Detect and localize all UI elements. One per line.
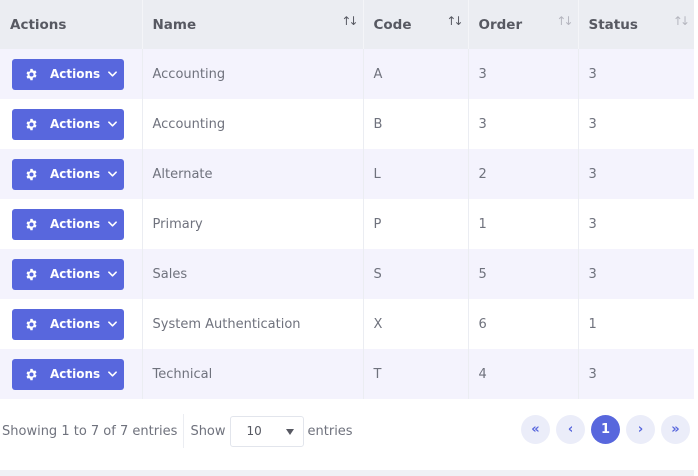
next-page-button[interactable]: ›: [626, 415, 655, 444]
name-cell: Accounting: [142, 99, 364, 149]
sort-icon[interactable]: ↑↓: [556, 14, 573, 28]
bottom-border: [0, 470, 694, 476]
table-row: Actions Accounting A 3 3: [0, 49, 694, 99]
chevron-down-icon: [108, 121, 118, 127]
code-cell: P: [363, 199, 469, 249]
name-cell: Primary: [142, 199, 364, 249]
gear-icon: [26, 68, 37, 80]
actions-button[interactable]: Actions: [12, 308, 124, 340]
order-cell: 6: [468, 299, 579, 349]
actions-cell: Actions: [0, 49, 143, 99]
actions-button[interactable]: Actions: [12, 208, 124, 240]
actions-button[interactable]: Actions: [12, 58, 124, 90]
code-cell: T: [363, 349, 469, 399]
caret-down-icon: [285, 428, 294, 435]
actions-button-label: Actions: [50, 367, 101, 381]
name-cell: System Authentication: [142, 299, 364, 349]
actions-button-label: Actions: [50, 167, 101, 181]
actions-cell: Actions: [0, 99, 143, 149]
actions-button-label: Actions: [50, 67, 101, 81]
order-cell: 5: [468, 249, 579, 299]
actions-button-label: Actions: [50, 267, 101, 281]
chevron-down-icon: [108, 71, 118, 77]
page-button-current[interactable]: 1: [591, 415, 620, 444]
status-cell: 3: [578, 249, 694, 299]
column-header-actions: Actions: [0, 0, 143, 49]
actions-button[interactable]: Actions: [12, 108, 124, 140]
name-cell: Alternate: [142, 149, 364, 199]
column-header-order[interactable]: Order ↑↓: [468, 0, 579, 49]
order-cell: 3: [468, 49, 579, 99]
chevron-down-icon: [108, 171, 118, 177]
name-cell: Sales: [142, 249, 364, 299]
chevron-down-icon: [108, 221, 118, 227]
chevron-down-icon: [108, 271, 118, 277]
gear-icon: [26, 168, 37, 180]
table-footer: Showing 1 to 7 of 7 entries Show 10 entr…: [0, 400, 694, 462]
order-cell: 1: [468, 199, 579, 249]
page-size-select[interactable]: 10: [229, 415, 304, 447]
code-cell: L: [363, 149, 469, 199]
table-row: Actions Accounting B 3 3: [0, 99, 694, 149]
sort-icon[interactable]: ↑↓: [673, 14, 690, 28]
table-row: Actions Sales S 5 3: [0, 249, 694, 299]
table-row: Actions System Authentication X 6 1: [0, 299, 694, 349]
pagination: « ‹ 1 › »: [521, 415, 690, 444]
status-cell: 3: [578, 349, 694, 399]
actions-cell: Actions: [0, 149, 143, 199]
prev-page-button[interactable]: ‹: [556, 415, 585, 444]
gear-icon: [26, 218, 37, 230]
show-label: Show: [190, 423, 226, 439]
status-cell: 3: [578, 149, 694, 199]
sort-icon[interactable]: ↑↓: [446, 14, 463, 28]
actions-button-label: Actions: [50, 117, 101, 131]
actions-button-label: Actions: [50, 217, 101, 231]
entries-info: Showing 1 to 7 of 7 entries: [2, 423, 178, 439]
gear-icon: [26, 268, 37, 280]
code-cell: S: [363, 249, 469, 299]
actions-button[interactable]: Actions: [12, 358, 124, 390]
table-row: Actions Primary P 1 3: [0, 199, 694, 249]
entries-label: entries: [307, 423, 353, 439]
column-header-code[interactable]: Code ↑↓: [363, 0, 469, 49]
order-cell: 2: [468, 149, 579, 199]
last-page-button[interactable]: »: [661, 415, 690, 444]
actions-cell: Actions: [0, 349, 143, 399]
gear-icon: [26, 368, 37, 380]
page-size-value: 10: [246, 424, 262, 438]
column-header-status[interactable]: Status ↑↓: [578, 0, 694, 49]
gear-icon: [26, 118, 37, 130]
status-cell: 3: [578, 199, 694, 249]
status-cell: 3: [578, 49, 694, 99]
name-cell: Technical: [142, 349, 364, 399]
code-cell: X: [363, 299, 469, 349]
actions-button[interactable]: Actions: [12, 258, 124, 290]
table-row: Actions Technical T 4 3: [0, 349, 694, 399]
chevron-down-icon: [108, 371, 118, 377]
sort-icon[interactable]: ↑↓: [341, 14, 358, 28]
actions-cell: Actions: [0, 199, 143, 249]
gear-icon: [26, 318, 37, 330]
code-cell: A: [363, 49, 469, 99]
code-cell: B: [363, 99, 469, 149]
data-table: Actions Name ↑↓ Code ↑↓ Order ↑↓ Status ↑↓ A…: [0, 0, 694, 399]
actions-button[interactable]: Actions: [12, 158, 124, 190]
actions-cell: Actions: [0, 249, 143, 299]
divider: [183, 414, 185, 448]
order-cell: 3: [468, 99, 579, 149]
actions-cell: Actions: [0, 299, 143, 349]
table-header-row: Actions Name ↑↓ Code ↑↓ Order ↑↓ Status ↑↓: [0, 0, 694, 49]
name-cell: Accounting: [142, 49, 364, 99]
status-cell: 3: [578, 99, 694, 149]
status-cell: 1: [578, 299, 694, 349]
datatable: Actions Name ↑↓ Code ↑↓ Order ↑↓ Status ↑↓ A…: [0, 0, 698, 476]
chevron-down-icon: [108, 321, 118, 327]
table-row: Actions Alternate L 2 3: [0, 149, 694, 199]
column-header-name[interactable]: Name ↑↓: [142, 0, 364, 49]
first-page-button[interactable]: «: [521, 415, 550, 444]
actions-button-label: Actions: [50, 317, 101, 331]
order-cell: 4: [468, 349, 579, 399]
